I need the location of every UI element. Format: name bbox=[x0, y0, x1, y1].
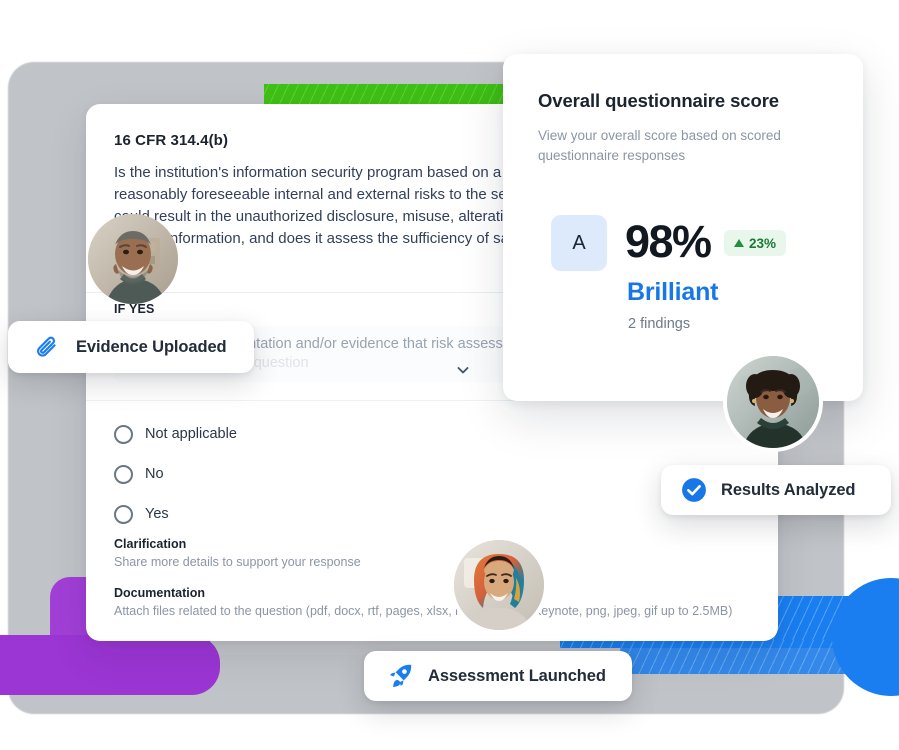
score-card-subtitle: View your overall score based on scored … bbox=[538, 128, 781, 163]
clarification-section: Clarification Share more details to supp… bbox=[114, 537, 361, 569]
check-circle-icon bbox=[681, 477, 707, 503]
avatar-smiling-man bbox=[88, 214, 178, 304]
badge-results-analyzed[interactable]: Results Analyzed bbox=[661, 465, 891, 515]
grade-badge: A bbox=[551, 215, 607, 271]
triangle-up-icon bbox=[734, 239, 744, 247]
clarification-title: Clarification bbox=[114, 537, 187, 551]
documentation-title: Documentation bbox=[114, 586, 205, 600]
overall-score-card: Overall questionnaire score View your ov… bbox=[503, 54, 863, 401]
radio-label: Yes bbox=[145, 506, 169, 522]
score-delta-value: 23% bbox=[749, 235, 777, 251]
radio-option-no[interactable]: No bbox=[114, 454, 237, 494]
green-stripe-decoration bbox=[264, 84, 516, 106]
radio-circle-icon[interactable] bbox=[114, 424, 133, 444]
score-findings-count[interactable]: 2 findings bbox=[628, 316, 690, 332]
radio-option-not-applicable[interactable]: Not applicable bbox=[114, 414, 237, 454]
promo-composition: 16 CFR 314.4(b) Is the institution's inf… bbox=[0, 0, 899, 750]
rocket-icon bbox=[386, 662, 414, 690]
radio-label: No bbox=[145, 466, 164, 482]
avatar-smiling-woman bbox=[727, 356, 819, 448]
radio-circle-icon[interactable] bbox=[114, 504, 133, 524]
radio-label: Not applicable bbox=[145, 426, 237, 442]
score-delta-badge: 23% bbox=[724, 230, 787, 256]
badge-label: Assessment Launched bbox=[428, 666, 606, 685]
documentation-section: Documentation Attach files related to th… bbox=[114, 586, 754, 618]
badge-evidence-uploaded[interactable]: Evidence Uploaded bbox=[8, 321, 254, 373]
clarification-description[interactable]: Share more details to support your respo… bbox=[114, 555, 361, 569]
score-rating-word: Brilliant bbox=[627, 278, 719, 306]
avatar-woman-headscarf bbox=[454, 540, 544, 630]
score-percentage: 98% bbox=[625, 216, 712, 267]
badge-assessment-launched[interactable]: Assessment Launched bbox=[364, 651, 632, 701]
response-radio-group: Not applicable No Yes bbox=[114, 414, 237, 534]
radio-circle-icon[interactable] bbox=[114, 464, 133, 484]
score-card-title: Overall questionnaire score bbox=[538, 90, 779, 111]
radio-option-yes[interactable]: Yes bbox=[114, 494, 237, 534]
paperclip-icon bbox=[34, 334, 60, 360]
badge-label: Evidence Uploaded bbox=[76, 337, 227, 356]
question-code: 16 CFR 314.4(b) bbox=[114, 132, 229, 149]
if-yes-label: IF YES bbox=[114, 302, 155, 316]
documentation-description[interactable]: Attach files related to the question (pd… bbox=[114, 604, 754, 618]
badge-label: Results Analyzed bbox=[721, 480, 856, 499]
chevron-down-icon[interactable] bbox=[455, 362, 471, 378]
